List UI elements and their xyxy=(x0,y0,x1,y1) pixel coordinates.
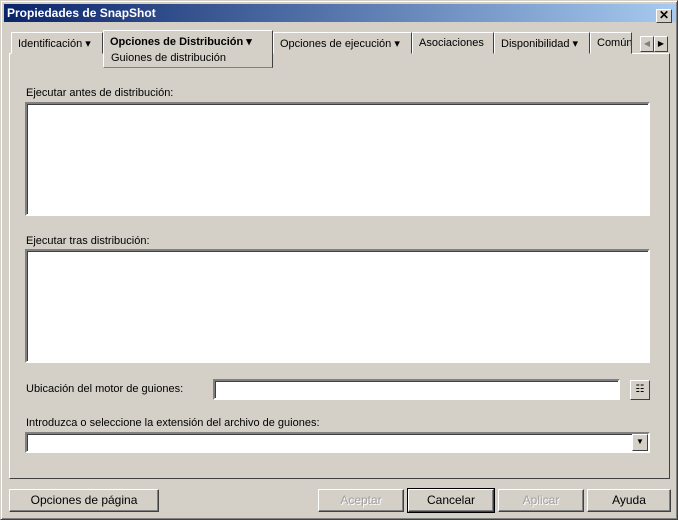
page-options-button[interactable]: Opciones de página xyxy=(9,489,159,512)
tab-identificacion[interactable]: Identificación ▾ xyxy=(11,32,103,54)
browse-tree-icon[interactable]: ☷ xyxy=(630,380,650,400)
before-distribution-textarea[interactable] xyxy=(25,102,650,216)
after-distribution-textarea[interactable] xyxy=(25,249,650,363)
ok-button[interactable]: Aceptar xyxy=(318,489,404,512)
subtab-guiones[interactable]: Guiones de distribución xyxy=(111,52,226,64)
help-button[interactable]: Ayuda xyxy=(587,489,671,512)
extension-label: Introduzca o seleccione la extensión del… xyxy=(26,417,320,429)
tab-scroll-left-icon[interactable]: ◀ xyxy=(640,36,654,52)
chevron-down-icon[interactable]: ▼ xyxy=(632,434,648,451)
after-label: Ejecutar tras distribución: xyxy=(26,235,150,247)
apply-button[interactable]: Aplicar xyxy=(498,489,584,512)
tab-scroll-right-icon[interactable]: ▶ xyxy=(654,36,668,52)
window-title: Propiedades de SnapShot xyxy=(7,6,156,20)
close-button[interactable]: ✕ xyxy=(656,9,672,23)
extension-combobox[interactable]: ▼ xyxy=(25,432,650,453)
tab-comun[interactable]: Común xyxy=(590,32,632,54)
cancel-button[interactable]: Cancelar xyxy=(407,488,495,513)
tab-disponibilidad[interactable]: Disponibilidad ▾ xyxy=(494,32,590,54)
tab-asociaciones[interactable]: Asociaciones xyxy=(412,32,494,54)
dialog-window: Propiedades de SnapShot ✕ Identificación… xyxy=(0,0,678,520)
engine-label: Ubicación del motor de guiones: xyxy=(26,383,184,395)
engine-location-input[interactable] xyxy=(213,379,620,400)
title-bar: Propiedades de SnapShot ✕ xyxy=(4,4,676,23)
before-label: Ejecutar antes de distribución: xyxy=(26,87,174,99)
tab-opciones-ejecucion[interactable]: Opciones de ejecución ▾ xyxy=(273,32,412,54)
